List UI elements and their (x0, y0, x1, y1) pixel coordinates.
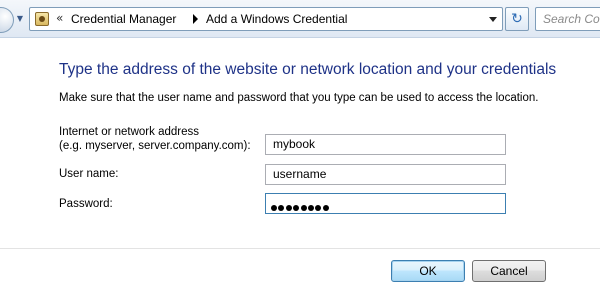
password-dot (271, 204, 277, 211)
password-mask (271, 197, 330, 211)
control-panel-icon (35, 12, 49, 26)
address-bar[interactable]: « Credential Manager Add a Windows Crede… (29, 7, 503, 31)
breadcrumb-add-windows-credential[interactable]: Add a Windows Credential (206, 12, 347, 26)
button-area-divider (0, 248, 600, 249)
refresh-icon: ↻ (511, 11, 523, 27)
instructions-text: Make sure that the user name and passwor… (59, 92, 539, 104)
address-label-line1: Internet or network address (59, 126, 199, 138)
cancel-button[interactable]: Cancel (472, 260, 546, 282)
refresh-button[interactable]: ↻ (505, 7, 529, 31)
password-dot (293, 204, 300, 211)
recent-pages-dropdown[interactable]: ▼ (15, 13, 25, 25)
password-dot (307, 204, 314, 211)
page-heading: Type the address of the website or netwo… (59, 61, 557, 78)
password-dot (300, 204, 307, 211)
username-label: User name: (59, 168, 119, 180)
address-label-line2: (e.g. myserver, server.company.com): (59, 140, 251, 152)
address-dropdown-icon[interactable] (489, 17, 497, 22)
breadcrumb-separator-arrow-icon[interactable] (193, 14, 198, 24)
password-dot (315, 204, 322, 211)
breadcrumb-overflow-chevron[interactable]: « (56, 11, 63, 25)
address-label: Internet or network address (e.g. myserv… (59, 125, 251, 153)
navigation-bar: ▼ « Credential Manager Add a Windows Cre… (0, 0, 600, 38)
password-dot (322, 204, 329, 211)
breadcrumb-credential-manager[interactable]: Credential Manager (71, 12, 176, 26)
password-label: Password: (59, 198, 113, 210)
search-input[interactable]: Search Co (535, 7, 600, 31)
password-dot (278, 204, 285, 211)
ok-button[interactable]: OK (391, 260, 465, 282)
password-dot (285, 204, 292, 211)
back-button[interactable] (0, 7, 14, 33)
address-field[interactable]: mybook (265, 134, 506, 155)
username-field[interactable]: username (265, 164, 506, 185)
